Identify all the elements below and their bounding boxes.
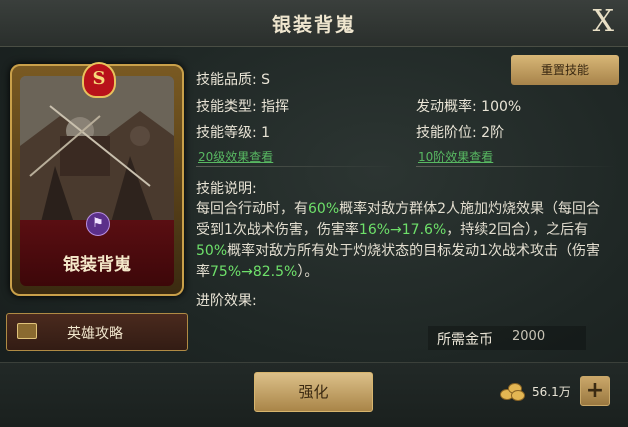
skill-type: 技能类型: 指挥: [196, 99, 290, 115]
book-icon: [17, 323, 37, 339]
desc-text: ）。: [297, 264, 319, 280]
description-title: 技能说明:: [196, 181, 257, 197]
plus-icon[interactable]: +: [580, 376, 610, 406]
desc-text: 每回合行动时，有: [196, 201, 308, 217]
divider: [416, 166, 616, 167]
battle-scene-image: [20, 76, 174, 226]
trigger-rate: 发动概率: 100%: [416, 99, 522, 115]
skill-tier: 技能阶位: 2阶: [416, 125, 505, 141]
desc-highlight: 16%→17.6%: [358, 222, 447, 238]
hero-guide-label: 英雄攻略: [67, 326, 123, 342]
skill-card: S ⚑ 银装背嵬: [10, 62, 184, 296]
skill-artwork: [20, 76, 174, 226]
skill-quality: 技能品质: S: [196, 72, 271, 88]
cost-value: 2000: [512, 329, 546, 344]
reset-skill-button[interactable]: 重置技能: [511, 55, 619, 85]
desc-text: ，持续2回合），之后有: [446, 222, 589, 238]
hero-guide-button[interactable]: 英雄攻略: [6, 313, 188, 351]
title-bar: 银装背嵬 X: [0, 0, 628, 47]
skill-detail-panel: 银装背嵬 X S ⚑ 银装背嵬 英雄攻略 重置技能 技能品质: S 技能类型: …: [0, 0, 628, 427]
level-effect-link[interactable]: 20级效果查看: [198, 148, 273, 165]
advanced-effect-title: 进阶效果:: [196, 293, 257, 309]
close-icon[interactable]: X: [593, 6, 614, 38]
coin-icon: [500, 383, 525, 401]
tier-effect-link[interactable]: 10阶效果查看: [418, 148, 493, 165]
skill-description: 每回合行动时，有60%概率对敌方群体2人施加灼烧效果（每回合受到1次战术伤害，伤…: [196, 199, 614, 283]
skill-level: 技能等级: 1: [196, 125, 271, 141]
desc-highlight: 60%: [308, 201, 340, 217]
card-skill-name: 银装背嵬: [63, 255, 131, 275]
page-title: 银装背嵬: [271, 14, 356, 36]
desc-highlight: 50%: [196, 243, 228, 259]
gold-amount: 56.1万: [532, 385, 571, 399]
divider: [196, 166, 396, 167]
type-badge-icon: ⚑: [86, 212, 110, 236]
upgrade-button[interactable]: 强化: [254, 372, 373, 412]
cost-label: 所需金币: [437, 332, 493, 348]
grade-badge-icon: S: [82, 62, 116, 98]
desc-highlight: 75%→82.5%: [210, 264, 298, 280]
